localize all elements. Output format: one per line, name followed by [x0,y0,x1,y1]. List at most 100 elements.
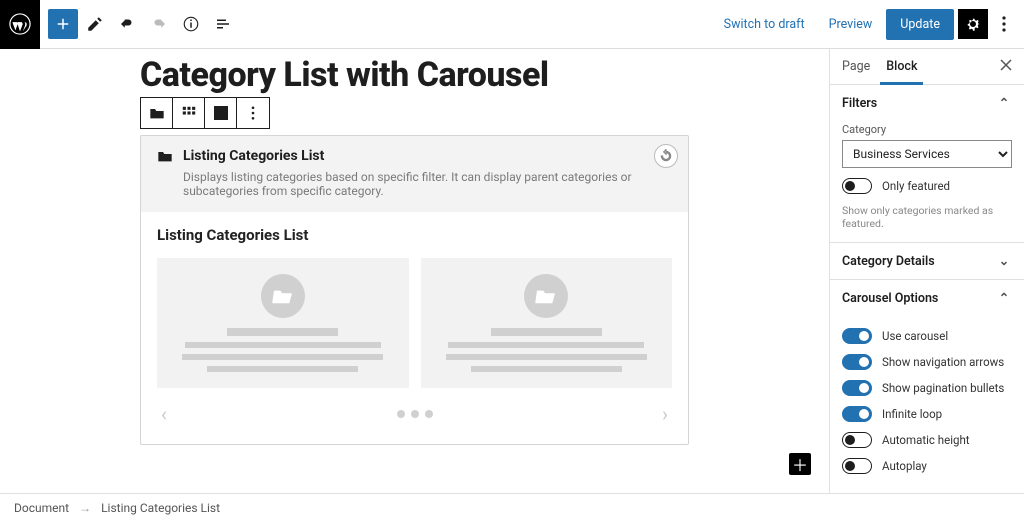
carousel-pagination[interactable] [397,410,433,418]
undo-icon [118,15,136,33]
panel-filters: Filters ⌃ Category Business Services Onl… [830,85,1024,243]
preview-cards [157,258,672,388]
layout-square-button[interactable] [205,98,237,128]
details-button[interactable] [176,9,206,39]
automatic_height-label: Automatic height [882,433,970,447]
block-toolbar [140,97,270,129]
update-button[interactable]: Update [886,9,954,40]
preview-card [421,258,673,388]
chevron-down-icon: ⌄ [996,253,1012,269]
breadcrumb-root[interactable]: Document [14,501,69,515]
only-featured-label: Only featured [882,179,950,193]
carousel-prev-arrow[interactable]: ‹ [161,402,167,426]
block-body-title: Listing Categories List [157,226,672,244]
carousel-navigation: ‹ › [157,402,672,426]
listing-categories-block[interactable]: Listing Categories List Displays listing… [140,135,689,445]
carousel-next-arrow[interactable]: › [662,402,668,426]
tab-block[interactable]: Block [878,49,925,84]
wordpress-logo[interactable] [0,0,40,49]
pencil-icon [86,15,104,33]
close-icon [1000,59,1012,71]
gear-icon [964,15,982,33]
carousel-option-row: Show navigation arrows [842,354,1012,370]
add-block-button[interactable] [48,9,78,39]
wordpress-icon [9,13,31,35]
breadcrumb-separator-icon: → [79,501,91,515]
undo-button[interactable] [112,9,142,39]
block-body: Listing Categories List ‹ › [141,212,688,444]
refresh-button[interactable] [654,144,678,168]
folder-icon [149,106,165,120]
panel-title: Carousel Options [842,291,938,306]
settings-sidebar: Page Block Filters ⌃ Category Business S… [829,49,1024,493]
preview-button[interactable]: Preview [819,11,883,38]
autoplay-toggle[interactable] [842,458,872,474]
block-type-button[interactable] [141,98,173,128]
more-options-button[interactable] [992,9,1016,39]
category-label: Category [842,123,1012,136]
carousel-option-row: Use carousel [842,328,1012,344]
block-header-description: Displays listing categories based on spe… [183,170,672,198]
square-icon [214,106,228,120]
outline-button[interactable] [208,9,238,39]
panel-category-details: Category Details ⌄ [830,243,1024,280]
autoplay-label: Autoplay [882,459,927,473]
carousel-option-row: Automatic height [842,432,1012,448]
plus-icon [54,15,72,33]
workspace: Category List with Carousel Listing Cate… [0,49,1024,493]
settings-button[interactable] [958,9,988,39]
tab-page[interactable]: Page [834,49,878,84]
editor-top-toolbar: Switch to draft Preview Update [0,0,1024,49]
sidebar-close-button[interactable] [992,51,1020,83]
panel-carousel-options: Carousel Options ⌃ Use carousel Show navi… [830,280,1024,493]
breadcrumb: Document → Listing Categories List [0,493,1024,522]
redo-icon [150,15,168,33]
block-more-button[interactable] [237,98,269,128]
preview-card [157,258,409,388]
folder-icon [157,149,173,163]
infinite_loop-label: Infinite loop [882,407,942,421]
chevron-up-icon: ⌃ [996,290,1012,306]
switch-to-draft-button[interactable]: Switch to draft [714,11,815,38]
carousel-option-row: Autoplay [842,458,1012,474]
only-featured-toggle[interactable] [842,178,872,194]
redo-button[interactable] [144,9,174,39]
carousel-option-row: Infinite loop [842,406,1012,422]
layout-grid-button[interactable] [173,98,205,128]
category-select[interactable]: Business Services [842,140,1012,168]
list-view-icon [214,15,232,33]
panel-category-details-toggle[interactable]: Category Details ⌄ [830,243,1024,279]
toolbar-right-group: Switch to draft Preview Update [714,9,1024,40]
block-header: Listing Categories List Displays listing… [141,136,688,212]
infinite_loop-toggle[interactable] [842,406,872,422]
show_pagination-label: Show pagination bullets [882,381,1004,395]
kebab-icon [251,106,255,120]
use_carousel-label: Use carousel [882,329,948,343]
info-icon [182,15,200,33]
toolbar-left-group [40,9,238,39]
refresh-icon [659,149,673,163]
carousel-option-row: Show pagination bullets [842,380,1012,396]
automatic_height-toggle[interactable] [842,432,872,448]
panel-title: Filters [842,96,877,111]
edit-mode-button[interactable] [80,9,110,39]
panel-title: Category Details [842,254,935,269]
editor-canvas: Category List with Carousel Listing Cate… [0,49,829,493]
sidebar-tabs: Page Block [830,49,1024,85]
grid-icon [182,106,196,120]
use_carousel-toggle[interactable] [842,328,872,344]
only-featured-help: Show only categories marked as featured. [842,204,1012,230]
chevron-up-icon: ⌃ [996,95,1012,111]
show_nav_arrows-label: Show navigation arrows [882,355,1004,369]
folder-open-icon [261,274,305,318]
append-block-button[interactable]: ＋ [789,453,811,475]
block-header-title: Listing Categories List [183,148,324,164]
kebab-icon [1002,16,1006,32]
page-title[interactable]: Category List with Carousel [140,55,829,95]
show_nav_arrows-toggle[interactable] [842,354,872,370]
show_pagination-toggle[interactable] [842,380,872,396]
folder-open-icon [524,274,568,318]
breadcrumb-leaf[interactable]: Listing Categories List [101,501,220,515]
panel-carousel-toggle[interactable]: Carousel Options ⌃ [830,280,1024,316]
panel-filters-toggle[interactable]: Filters ⌃ [830,85,1024,121]
